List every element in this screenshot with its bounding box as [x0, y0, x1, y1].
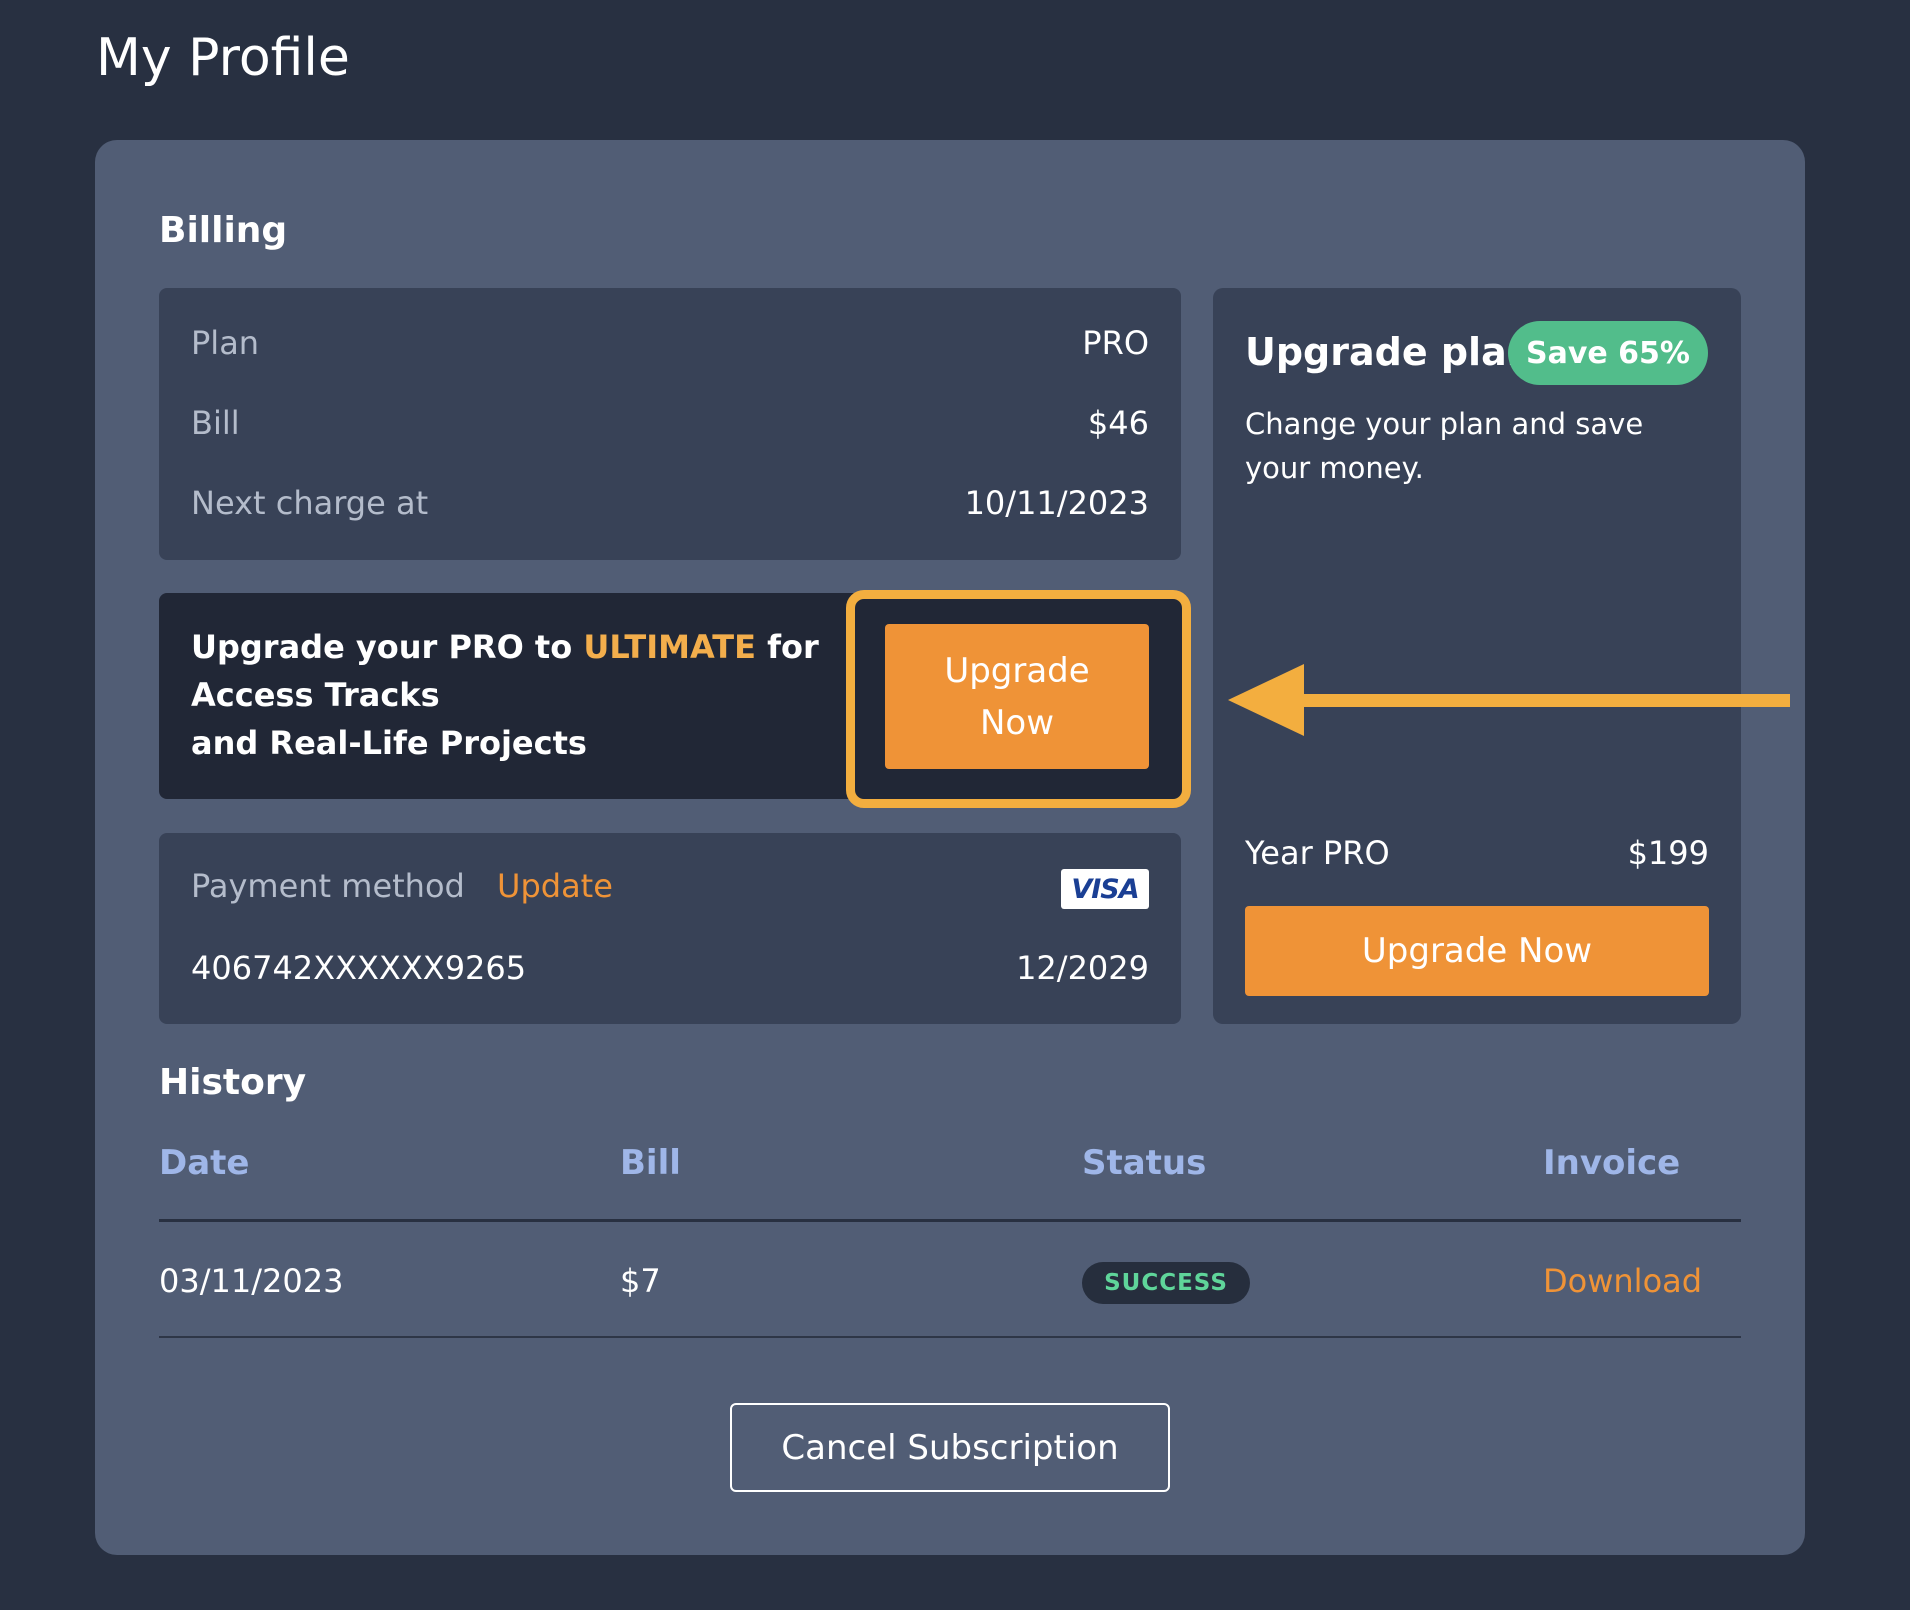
promo-upgrade-now-button[interactable]: Upgrade Now	[885, 624, 1149, 769]
next-charge-label: Next charge at	[191, 484, 429, 522]
save-badge: Save 65%	[1508, 321, 1708, 385]
payment-method-panel: Payment method Update VISA 406742XXXXXX9…	[159, 833, 1181, 1024]
bill-value: $46	[1087, 404, 1149, 442]
plan-value: PRO	[1082, 324, 1149, 362]
billing-title: Billing	[159, 210, 288, 251]
upgrade-now-button[interactable]: Upgrade Now	[1245, 906, 1709, 996]
card-expiry: 12/2029	[1016, 949, 1149, 987]
table-header-divider	[159, 1219, 1741, 1222]
column-header-invoice: Invoice	[1543, 1143, 1681, 1183]
row-bill: $7	[620, 1262, 661, 1300]
column-header-status: Status	[1082, 1143, 1207, 1183]
row-date: 03/11/2023	[159, 1262, 344, 1300]
table-row-divider	[159, 1336, 1741, 1338]
card-number: 406742XXXXXX9265	[191, 949, 527, 987]
visa-card-icon: VISA	[1061, 869, 1149, 909]
plan-summary-panel: Plan PRO Bill $46 Next charge at 10/11/2…	[159, 288, 1181, 560]
cancel-subscription-button[interactable]: Cancel Subscription	[730, 1403, 1170, 1492]
next-charge-value: 10/11/2023	[964, 484, 1149, 522]
bill-label: Bill	[191, 404, 240, 442]
payment-update-link[interactable]: Update	[497, 867, 613, 905]
page-title: My Profile	[96, 28, 350, 88]
upgrade-plan-description: Change your plan and save your money.	[1245, 407, 1644, 485]
payment-method-label: Payment method	[191, 867, 465, 905]
upgrade-plan-title: Upgrade plan	[1245, 330, 1534, 374]
arrow-left-icon	[1228, 664, 1790, 736]
status-badge: SUCCESS	[1082, 1262, 1250, 1304]
promo-highlight: ULTIMATE	[583, 628, 756, 666]
plan-option-price: $199	[1627, 834, 1709, 872]
promo-text: Upgrade your PRO to ULTIMATE for Access …	[191, 628, 819, 762]
column-header-date: Date	[159, 1143, 250, 1183]
plan-label: Plan	[191, 324, 260, 362]
history-title: History	[159, 1062, 307, 1103]
plan-option-name: Year PRO	[1245, 834, 1390, 872]
invoice-download-link[interactable]: Download	[1543, 1262, 1702, 1300]
column-header-bill: Bill	[620, 1143, 681, 1183]
